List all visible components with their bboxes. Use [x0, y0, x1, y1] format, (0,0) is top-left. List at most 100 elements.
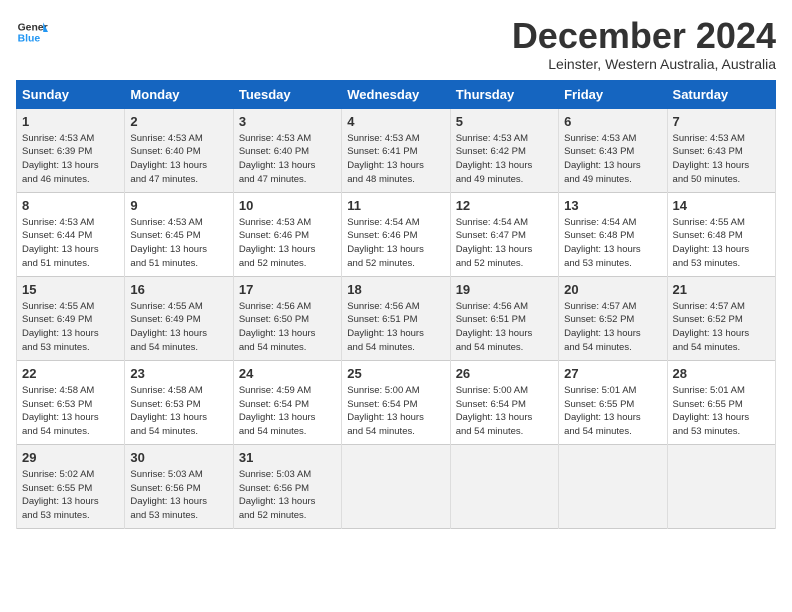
day-number: 30: [130, 450, 227, 465]
day-info: Sunrise: 5:03 AM Sunset: 6:56 PM Dayligh…: [130, 468, 227, 523]
calendar-day-cell: 11Sunrise: 4:54 AM Sunset: 6:46 PM Dayli…: [342, 192, 450, 276]
day-info: Sunrise: 5:00 AM Sunset: 6:54 PM Dayligh…: [456, 384, 553, 439]
calendar-day-cell: 24Sunrise: 4:59 AM Sunset: 6:54 PM Dayli…: [233, 360, 341, 444]
calendar-day-cell: [450, 444, 558, 528]
calendar-day-cell: 19Sunrise: 4:56 AM Sunset: 6:51 PM Dayli…: [450, 276, 558, 360]
weekday-header-cell: Friday: [559, 80, 667, 108]
day-info: Sunrise: 5:00 AM Sunset: 6:54 PM Dayligh…: [347, 384, 444, 439]
day-number: 27: [564, 366, 661, 381]
calendar-day-cell: 15 Sunrise: 4:55 AM Sunset: 6:49 PM Dayli…: [17, 276, 125, 360]
day-info: Sunrise: 4:56 AM Sunset: 6:51 PM Dayligh…: [347, 300, 444, 355]
calendar-day-cell: 7 Sunrise: 4:53 AM Sunset: 6:43 PM Daylig…: [667, 108, 775, 192]
month-title: December 2024: [512, 16, 776, 56]
weekday-header-cell: Thursday: [450, 80, 558, 108]
day-number: 24: [239, 366, 336, 381]
calendar-day-cell: 12 Sunrise: 4:54 AM Sunset: 6:47 PM Dayli…: [450, 192, 558, 276]
calendar-day-cell: 5 Sunrise: 4:53 AM Sunset: 6:42 PM Daylig…: [450, 108, 558, 192]
day-number: 20: [564, 282, 661, 297]
day-number: 12: [456, 198, 553, 213]
day-number: 8: [22, 198, 119, 213]
day-number: 3: [239, 114, 336, 129]
day-info: Sunrise: 4:55 AM Sunset: 6:49 PM Dayligh…: [22, 300, 119, 355]
calendar-day-cell: 6 Sunrise: 4:53 AM Sunset: 6:43 PM Daylig…: [559, 108, 667, 192]
day-info: Sunrise: 4:56 AM Sunset: 6:51 PM Dayligh…: [456, 300, 553, 355]
calendar-week-row: 8 Sunrise: 4:53 AM Sunset: 6:44 PM Daylig…: [17, 192, 776, 276]
day-number: 16: [130, 282, 227, 297]
calendar-week-row: 29 Sunrise: 5:02 AM Sunset: 6:55 PM Dayli…: [17, 444, 776, 528]
day-number: 28: [673, 366, 770, 381]
calendar-day-cell: 23Sunrise: 4:58 AM Sunset: 6:53 PM Dayli…: [125, 360, 233, 444]
day-number: 5: [456, 114, 553, 129]
day-number: 26: [456, 366, 553, 381]
day-info: Sunrise: 5:01 AM Sunset: 6:55 PM Dayligh…: [673, 384, 770, 439]
calendar-day-cell: 10 Sunrise: 4:53 AM Sunset: 6:46 PM Dayli…: [233, 192, 341, 276]
calendar-day-cell: 20 Sunrise: 4:57 AM Sunset: 6:52 PM Dayli…: [559, 276, 667, 360]
logo: General Blue: [16, 16, 48, 48]
day-number: 7: [673, 114, 770, 129]
calendar-day-cell: 13 Sunrise: 4:54 AM Sunset: 6:48 PM Dayli…: [559, 192, 667, 276]
day-info: Sunrise: 4:53 AM Sunset: 6:45 PM Dayligh…: [130, 216, 227, 271]
day-info: Sunrise: 4:57 AM Sunset: 6:52 PM Dayligh…: [673, 300, 770, 355]
day-info: Sunrise: 5:01 AM Sunset: 6:55 PM Dayligh…: [564, 384, 661, 439]
calendar-body: 1 Sunrise: 4:53 AM Sunset: 6:39 PM Daylig…: [17, 108, 776, 528]
day-info: Sunrise: 4:54 AM Sunset: 6:48 PM Dayligh…: [564, 216, 661, 271]
weekday-header-cell: Monday: [125, 80, 233, 108]
day-number: 9: [130, 198, 227, 213]
day-info: Sunrise: 4:53 AM Sunset: 6:40 PM Dayligh…: [130, 132, 227, 187]
calendar-day-cell: 18Sunrise: 4:56 AM Sunset: 6:51 PM Dayli…: [342, 276, 450, 360]
calendar-day-cell: 29 Sunrise: 5:02 AM Sunset: 6:55 PM Dayli…: [17, 444, 125, 528]
day-info: Sunrise: 4:55 AM Sunset: 6:48 PM Dayligh…: [673, 216, 770, 271]
day-info: Sunrise: 4:55 AM Sunset: 6:49 PM Dayligh…: [130, 300, 227, 355]
weekday-header-cell: Tuesday: [233, 80, 341, 108]
calendar-day-cell: 21Sunrise: 4:57 AM Sunset: 6:52 PM Dayli…: [667, 276, 775, 360]
weekday-header-cell: Saturday: [667, 80, 775, 108]
day-info: Sunrise: 4:54 AM Sunset: 6:47 PM Dayligh…: [456, 216, 553, 271]
calendar-day-cell: 14 Sunrise: 4:55 AM Sunset: 6:48 PM Dayli…: [667, 192, 775, 276]
day-info: Sunrise: 4:57 AM Sunset: 6:52 PM Dayligh…: [564, 300, 661, 355]
day-info: Sunrise: 4:53 AM Sunset: 6:44 PM Dayligh…: [22, 216, 119, 271]
day-number: 4: [347, 114, 444, 129]
day-number: 2: [130, 114, 227, 129]
day-info: Sunrise: 4:54 AM Sunset: 6:46 PM Dayligh…: [347, 216, 444, 271]
calendar-week-row: 22Sunrise: 4:58 AM Sunset: 6:53 PM Dayli…: [17, 360, 776, 444]
day-info: Sunrise: 4:53 AM Sunset: 6:39 PM Dayligh…: [22, 132, 119, 187]
logo-icon: General Blue: [16, 16, 48, 48]
day-info: Sunrise: 4:53 AM Sunset: 6:42 PM Dayligh…: [456, 132, 553, 187]
location-title: Leinster, Western Australia, Australia: [512, 56, 776, 72]
day-number: 13: [564, 198, 661, 213]
day-number: 10: [239, 198, 336, 213]
title-area: December 2024 Leinster, Western Australi…: [512, 16, 776, 72]
calendar-day-cell: 26 Sunrise: 5:00 AM Sunset: 6:54 PM Dayli…: [450, 360, 558, 444]
calendar-week-row: 1 Sunrise: 4:53 AM Sunset: 6:39 PM Daylig…: [17, 108, 776, 192]
weekday-header-row: SundayMondayTuesdayWednesdayThursdayFrid…: [17, 80, 776, 108]
calendar-day-cell: 16 Sunrise: 4:55 AM Sunset: 6:49 PM Dayli…: [125, 276, 233, 360]
calendar-table: SundayMondayTuesdayWednesdayThursdayFrid…: [16, 80, 776, 529]
calendar-day-cell: 9 Sunrise: 4:53 AM Sunset: 6:45 PM Daylig…: [125, 192, 233, 276]
day-number: 15: [22, 282, 119, 297]
day-number: 1: [22, 114, 119, 129]
day-number: 6: [564, 114, 661, 129]
calendar-day-cell: 4 Sunrise: 4:53 AM Sunset: 6:41 PM Daylig…: [342, 108, 450, 192]
calendar-day-cell: [559, 444, 667, 528]
calendar-day-cell: 28 Sunrise: 5:01 AM Sunset: 6:55 PM Dayli…: [667, 360, 775, 444]
calendar-day-cell: 25 Sunrise: 5:00 AM Sunset: 6:54 PM Dayli…: [342, 360, 450, 444]
calendar-day-cell: 30 Sunrise: 5:03 AM Sunset: 6:56 PM Dayli…: [125, 444, 233, 528]
day-number: 23: [130, 366, 227, 381]
calendar-day-cell: 1 Sunrise: 4:53 AM Sunset: 6:39 PM Daylig…: [17, 108, 125, 192]
calendar-day-cell: 31Sunrise: 5:03 AM Sunset: 6:56 PM Dayli…: [233, 444, 341, 528]
weekday-header-cell: Sunday: [17, 80, 125, 108]
day-info: Sunrise: 4:56 AM Sunset: 6:50 PM Dayligh…: [239, 300, 336, 355]
svg-text:Blue: Blue: [18, 34, 41, 45]
day-info: Sunrise: 4:58 AM Sunset: 6:53 PM Dayligh…: [22, 384, 119, 439]
header: General Blue December 2024 Leinster, Wes…: [16, 16, 776, 72]
day-info: Sunrise: 4:53 AM Sunset: 6:43 PM Dayligh…: [564, 132, 661, 187]
day-info: Sunrise: 4:53 AM Sunset: 6:43 PM Dayligh…: [673, 132, 770, 187]
day-number: 14: [673, 198, 770, 213]
calendar-day-cell: 17Sunrise: 4:56 AM Sunset: 6:50 PM Dayli…: [233, 276, 341, 360]
day-info: Sunrise: 5:03 AM Sunset: 6:56 PM Dayligh…: [239, 468, 336, 523]
day-info: Sunrise: 5:02 AM Sunset: 6:55 PM Dayligh…: [22, 468, 119, 523]
day-info: Sunrise: 4:53 AM Sunset: 6:46 PM Dayligh…: [239, 216, 336, 271]
day-info: Sunrise: 4:53 AM Sunset: 6:41 PM Dayligh…: [347, 132, 444, 187]
day-number: 29: [22, 450, 119, 465]
day-number: 25: [347, 366, 444, 381]
